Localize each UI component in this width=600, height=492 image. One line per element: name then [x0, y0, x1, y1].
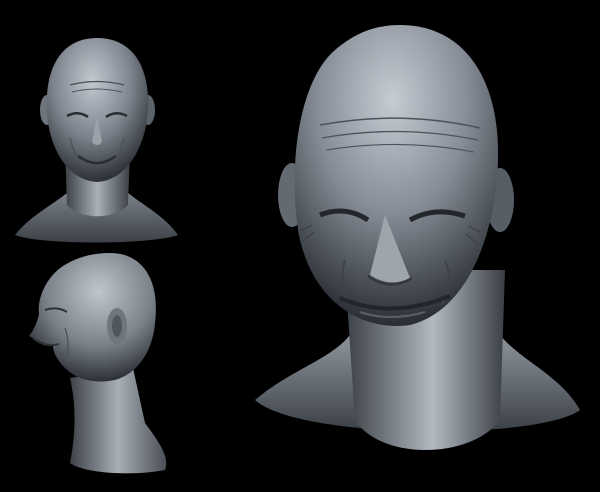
render-canvas	[0, 0, 600, 492]
sculpted-head-closeup-icon	[255, 25, 580, 450]
profile-view-render	[15, 248, 175, 476]
sculpted-head-front-icon	[15, 38, 178, 243]
closeup-view-render	[250, 20, 585, 470]
front-view-render	[10, 30, 185, 250]
sculpted-head-profile-icon	[29, 253, 167, 474]
